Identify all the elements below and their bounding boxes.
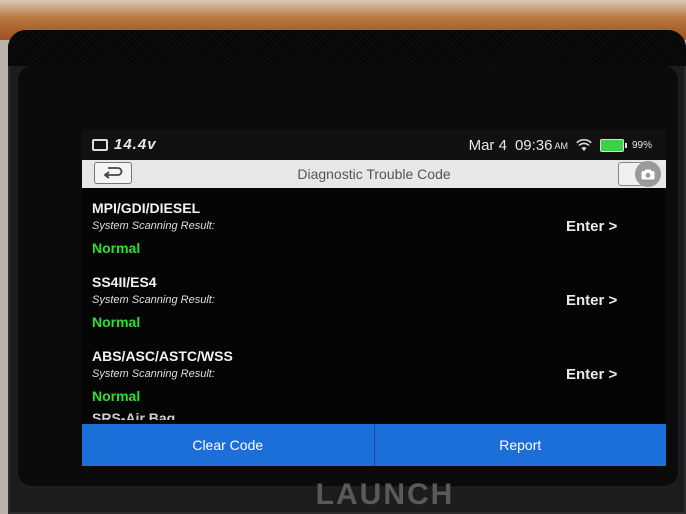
scan-result: Normal bbox=[92, 388, 141, 404]
back-button[interactable] bbox=[94, 162, 132, 184]
partial-list-item[interactable]: SRS-Air Bag bbox=[92, 410, 175, 420]
camera-icon bbox=[635, 161, 661, 187]
battery-percent: 99% bbox=[631, 140, 652, 151]
bezel-texture bbox=[8, 30, 686, 66]
scan-result: Normal bbox=[92, 314, 141, 330]
wifi-icon bbox=[576, 139, 592, 152]
scan-label: System Scanning Result: bbox=[92, 220, 215, 232]
enter-button[interactable]: Enter > bbox=[566, 292, 617, 309]
title-bar: Diagnostic Trouble Code bbox=[82, 160, 666, 188]
device-brand-logo: LAUNCH bbox=[315, 478, 455, 511]
enter-button[interactable]: Enter > bbox=[566, 218, 617, 235]
bottom-action-bar: Clear Code Report bbox=[82, 424, 666, 466]
system-list: MPI/GDI/DIESEL System Scanning Result: N… bbox=[82, 188, 666, 420]
status-right: Mar 4 09:36 AM 99% bbox=[469, 137, 652, 154]
voltage-reading: 14.4v bbox=[114, 136, 157, 153]
car-battery-icon bbox=[92, 138, 108, 151]
page-title: Diagnostic Trouble Code bbox=[297, 166, 451, 182]
list-item[interactable]: ABS/ASC/ASTC/WSS System Scanning Result:… bbox=[82, 336, 666, 410]
system-name: MPI/GDI/DIESEL bbox=[92, 200, 201, 216]
status-time: 09:36 bbox=[514, 137, 553, 154]
clear-code-button[interactable]: Clear Code bbox=[82, 424, 374, 466]
screenshot-button[interactable] bbox=[618, 161, 661, 187]
scan-label: System Scanning Result: bbox=[92, 368, 215, 380]
list-item[interactable]: SS4II/ES4 System Scanning Result: Normal… bbox=[82, 262, 666, 336]
enter-button[interactable]: Enter > bbox=[566, 366, 617, 383]
status-ampm: AM bbox=[554, 140, 568, 151]
system-name: SS4II/ES4 bbox=[92, 274, 157, 290]
report-button[interactable]: Report bbox=[375, 424, 667, 466]
scan-label: System Scanning Result: bbox=[92, 294, 215, 306]
list-item[interactable]: MPI/GDI/DIESEL System Scanning Result: N… bbox=[82, 188, 666, 262]
system-name: ABS/ASC/ASTC/WSS bbox=[92, 348, 233, 364]
back-arrow-icon bbox=[103, 165, 123, 182]
battery-icon bbox=[599, 139, 627, 152]
status-date: Mar 4 bbox=[468, 137, 507, 154]
scan-result: Normal bbox=[92, 240, 141, 256]
diagnostic-screen: 14.4v Mar 4 09:36 AM 99% Diagnostic Trou… bbox=[82, 130, 666, 466]
status-left: 14.4v bbox=[92, 136, 157, 153]
status-bar: 14.4v Mar 4 09:36 AM 99% bbox=[82, 130, 666, 160]
